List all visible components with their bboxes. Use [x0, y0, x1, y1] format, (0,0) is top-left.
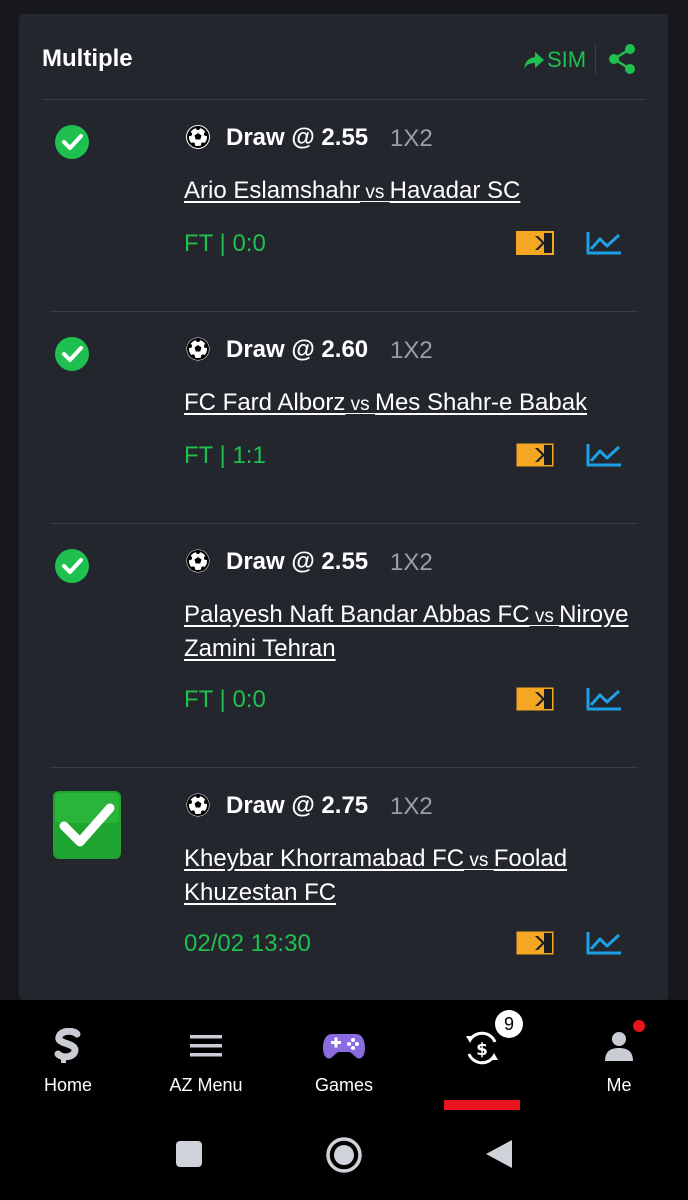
check-circle-icon — [55, 337, 89, 371]
match-teams[interactable]: Palayesh Naft Bandar Abbas FC vs Niroye … — [184, 599, 644, 665]
notification-dot — [633, 1020, 645, 1032]
nav-az-menu-label: AZ Menu — [169, 1075, 243, 1095]
match-status: FT | 0:0 — [184, 686, 266, 713]
stats-chart-icon[interactable] — [585, 930, 623, 956]
header-divider-line — [42, 99, 646, 100]
check-circle-icon — [55, 549, 89, 583]
nav-games[interactable]: Games — [284, 1000, 404, 1120]
vs-label: vs — [365, 182, 385, 203]
away-team[interactable]: Havadar SC — [390, 177, 521, 204]
share-icon[interactable] — [605, 42, 639, 76]
home-circle-icon[interactable] — [325, 1136, 363, 1174]
vs-label: vs — [534, 606, 554, 627]
nav-home-label: Home — [43, 1075, 92, 1095]
bet-separator — [50, 767, 638, 768]
stats-chart-icon[interactable] — [585, 442, 623, 468]
sportybet-logo-icon — [54, 1028, 81, 1063]
vs-label: vs — [350, 394, 370, 415]
active-tab-indicator — [444, 1100, 520, 1110]
stats-chart-icon[interactable] — [585, 686, 623, 712]
soccer-ball-icon — [186, 793, 210, 817]
sim-button[interactable]: SIM — [523, 46, 586, 74]
home-team[interactable]: FC Fard Alborz — [184, 389, 345, 416]
match-teams[interactable]: Ario Eslamshahr vs Havadar SC — [184, 175, 644, 209]
bet-separator — [50, 523, 638, 524]
pick-label: Draw @ 2.75 — [226, 792, 369, 819]
live-tv-icon[interactable] — [515, 230, 555, 256]
match-teams[interactable]: Kheybar Khorramabad FC vs Foolad Khuzest… — [184, 843, 644, 909]
bet-details-card: Multiple SIM Draw @ 2.55 1X2 Ario Eslams… — [19, 14, 668, 1000]
live-tv-icon[interactable] — [515, 442, 555, 468]
stats-chart-icon[interactable] — [585, 230, 623, 256]
header-divider — [595, 44, 596, 74]
check-square-icon — [53, 791, 121, 859]
market-label: 1X2 — [390, 125, 433, 152]
soccer-ball-icon — [186, 549, 210, 573]
gamepad-icon — [323, 1034, 365, 1059]
nav-me[interactable]: Me — [559, 1000, 679, 1120]
live-tv-icon[interactable] — [515, 930, 555, 956]
system-navigation-bar — [0, 1110, 688, 1200]
bet-separator — [50, 311, 638, 312]
cash-exchange-icon: $ — [466, 1031, 498, 1065]
market-label: 1X2 — [390, 337, 433, 364]
betslip-count-badge: 9 — [495, 1010, 523, 1038]
soccer-ball-icon — [186, 125, 210, 149]
pick-label: Draw @ 2.60 — [226, 336, 369, 363]
pick-label: Draw @ 2.55 — [226, 124, 369, 151]
card-header: Multiple SIM — [19, 14, 668, 100]
bet-type-title: Multiple — [42, 45, 133, 72]
nav-home[interactable]: Home — [8, 1000, 128, 1120]
live-tv-icon[interactable] — [515, 686, 555, 712]
market-label: 1X2 — [390, 793, 433, 820]
nav-games-label: Games — [314, 1075, 374, 1095]
back-triangle-icon[interactable] — [484, 1138, 514, 1170]
match-status: 02/02 13:30 — [184, 930, 311, 957]
match-status: FT | 0:0 — [184, 230, 266, 257]
forward-arrow-icon — [524, 52, 544, 69]
check-circle-icon — [55, 125, 89, 159]
match-teams[interactable]: FC Fard Alborz vs Mes Shahr-e Babak — [184, 387, 644, 421]
pick-label: Draw @ 2.55 — [226, 548, 369, 575]
bottom-navigation: Home AZ Menu Games $ 9 Me — [0, 1000, 688, 1120]
svg-text:$: $ — [476, 1040, 488, 1060]
home-team[interactable]: Kheybar Khorramabad FC — [184, 845, 464, 872]
match-status: FT | 1:1 — [184, 442, 266, 469]
away-team[interactable]: Mes Shahr-e Babak — [375, 389, 587, 416]
sim-label: SIM — [547, 47, 587, 72]
home-team[interactable]: Ario Eslamshahr — [184, 177, 360, 204]
vs-label: vs — [469, 850, 489, 871]
home-team[interactable]: Palayesh Naft Bandar Abbas FC — [184, 601, 530, 628]
nav-me-label: Me — [606, 1075, 632, 1095]
soccer-ball-icon — [186, 337, 210, 361]
user-icon — [605, 1032, 633, 1061]
menu-icon — [190, 1035, 222, 1057]
nav-az-menu[interactable]: AZ Menu — [146, 1000, 266, 1120]
recents-icon[interactable] — [175, 1140, 203, 1168]
market-label: 1X2 — [390, 549, 433, 576]
